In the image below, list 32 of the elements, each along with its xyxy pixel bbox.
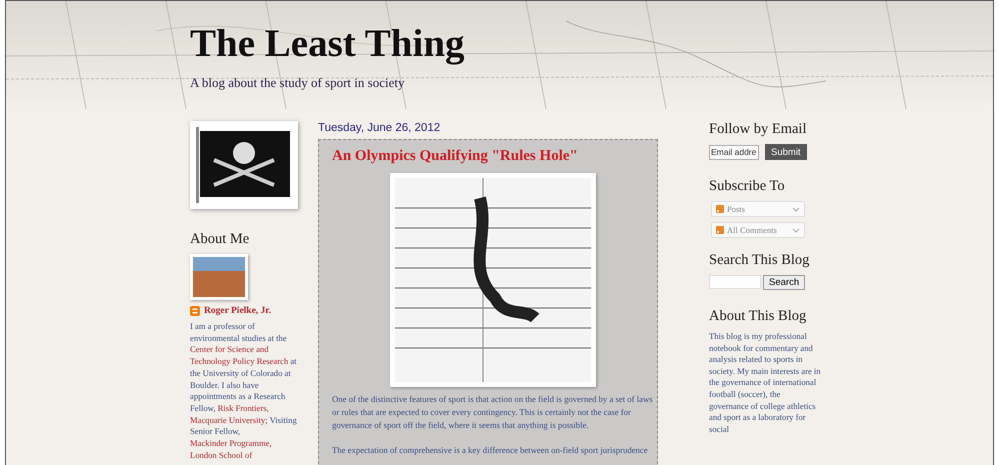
bio-link[interactable]: Risk Frontiers, bbox=[218, 402, 269, 413]
section-heading: Subscribe To bbox=[709, 178, 786, 195]
about-blog-text: This blog is my professional notebook for commentary and analysis related to sports in society. My main interests are in the governance of international football (soccer), the governance of college athletics and sport as a laboratory for social bbox=[709, 331, 821, 436]
bio-link[interactable]: Macquarie University; bbox=[190, 414, 268, 425]
post-title[interactable]: An Olympics Qualifying "Rules Hole" bbox=[332, 148, 653, 165]
bio-text: I am a professor of environmental studies at the Center for Science and Technology Policy Research at the University of Colorado at Boulder. I also have appointments as a Research Fellow, Risk Frontiers, Macquarie University; Visiting Senior Fellow, Mackinder Programme, London School of bbox=[190, 321, 298, 462]
feed-icon bbox=[716, 226, 724, 234]
chevron-icon bbox=[792, 228, 800, 232]
profile-name-link[interactable]: Roger Pielke, Jr. bbox=[204, 306, 272, 316]
bio-link[interactable]: Mackinder Programme, bbox=[190, 438, 272, 448]
search-field[interactable] bbox=[709, 275, 761, 289]
bio-link[interactable]: London School of bbox=[190, 450, 252, 460]
section-heading: About Me bbox=[190, 231, 250, 248]
feed-icon bbox=[716, 205, 724, 213]
section-heading: About This Blog bbox=[709, 308, 808, 325]
subscribe-dropdown[interactable]: All Comments bbox=[711, 222, 805, 238]
search-button[interactable]: Search bbox=[763, 275, 806, 290]
email-field[interactable]: Email addre bbox=[709, 144, 759, 160]
section-heading: Follow by Email bbox=[709, 121, 808, 138]
blog-description: A blog about the study of sport in society bbox=[190, 75, 406, 91]
subscribe-dropdown[interactable]: Posts bbox=[711, 201, 805, 217]
profile-photo[interactable] bbox=[190, 254, 248, 300]
submit-button[interactable]: Submit bbox=[765, 144, 807, 160]
bio-link[interactable]: Technology Policy Research bbox=[190, 356, 288, 366]
blogger-icon bbox=[190, 306, 200, 316]
chevron-icon bbox=[792, 206, 800, 212]
bio-link[interactable]: Center for Science and bbox=[190, 344, 269, 354]
blog-title[interactable]: The Least Thing bbox=[190, 19, 993, 69]
post-paragraph: One of the distinctive features of sport is that action on the field is governed by a set of laws or rules that are expected to cover every contingency. This is certainly not the case for governance of sport off the field, where it seems that anything is possible. bbox=[332, 393, 653, 432]
post-date: Tuesday, June 26, 2012 bbox=[318, 122, 442, 134]
section-heading: Search This Blog bbox=[709, 252, 810, 269]
post-paragraph: The expectation of comprehensive is a key difference between on-field sport jurisprudence bbox=[332, 444, 649, 457]
